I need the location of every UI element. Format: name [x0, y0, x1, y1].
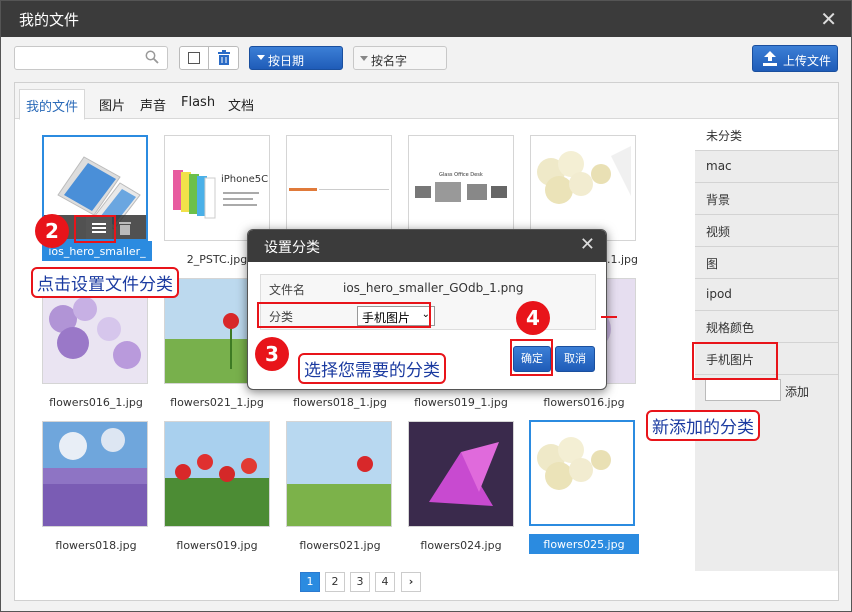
upload-icon: [763, 51, 777, 66]
file-thumb[interactable]: [286, 421, 392, 527]
category-item[interactable]: 规格颜色: [695, 311, 838, 343]
search-icon: [145, 50, 159, 64]
thumb-image: [43, 422, 147, 526]
sort-by-name-button[interactable]: 按名字: [353, 46, 447, 70]
checkbox-icon: [188, 52, 200, 64]
toolbar: 按日期 按名字 上传文件: [1, 37, 851, 81]
add-category-input[interactable]: [705, 379, 781, 401]
window-title: 我的文件: [19, 11, 80, 29]
chevron-down-icon: [257, 55, 265, 60]
file-name-label: flowers024.jpg: [420, 539, 502, 552]
thumb-image: [531, 136, 635, 240]
sort-by-date-button[interactable]: 按日期: [249, 46, 343, 70]
file-name-label: flowers019_1.jpg: [414, 396, 508, 409]
filename-label: 文件名: [269, 283, 306, 297]
upload-label: 上传文件: [783, 54, 832, 68]
file-name-label: flowers016_1.jpg: [49, 396, 143, 409]
window-titlebar: 我的文件 ✕: [1, 1, 851, 37]
category-item[interactable]: 图: [695, 247, 838, 279]
sort-by-name-label: 按名字: [371, 54, 408, 68]
file-thumb[interactable]: [529, 420, 635, 526]
file-thumb[interactable]: [286, 135, 392, 241]
file-thumb[interactable]: [164, 421, 270, 527]
upload-button[interactable]: 上传文件: [752, 45, 838, 72]
thumb-image: [287, 422, 391, 526]
file-thumb[interactable]: Glass Office Desk: [408, 135, 514, 241]
file-name-label: flowers019.jpg: [176, 539, 258, 552]
add-category-button[interactable]: 添加: [785, 383, 809, 400]
dialog-titlebar: 设置分类 ✕: [248, 230, 606, 262]
next-page-button[interactable]: ›: [401, 572, 421, 592]
file-name-label: flowers016.jpg: [543, 396, 625, 409]
file-thumb[interactable]: [42, 421, 148, 527]
thumb-text: iPhone5C: [221, 174, 269, 185]
cancel-button[interactable]: 取消: [555, 346, 595, 372]
annotation-number: 2: [35, 214, 69, 248]
file-name-label: flowers025.jpg: [529, 534, 639, 554]
annotation-box: [74, 215, 116, 243]
search-input[interactable]: [14, 46, 168, 70]
sort-by-date-label: 按日期: [268, 54, 305, 68]
thumb-image: [409, 136, 513, 240]
category-item[interactable]: mac: [695, 151, 838, 183]
page-button[interactable]: 4: [375, 572, 395, 592]
thumb-image: [287, 136, 391, 240]
annotation-callout: 点击设置文件分类: [31, 267, 179, 298]
annotation-box: [257, 302, 431, 328]
annotation-callout: 选择您需要的分类: [298, 353, 446, 384]
tab-images[interactable]: 图片: [99, 95, 125, 114]
tab-audio[interactable]: 声音: [140, 95, 166, 114]
category-item[interactable]: ipod: [695, 279, 838, 311]
file-manager-window: 我的文件 ✕ 按日期 按名字 上传文件 我的文件 图片 声音 Flash 文档: [0, 0, 852, 612]
close-icon[interactable]: ✕: [580, 234, 595, 255]
annotation-line: [601, 316, 617, 318]
tab-bar: 我的文件 图片 声音 Flash 文档: [15, 83, 838, 120]
thumb-image: [165, 136, 269, 240]
file-name-label: flowers021.jpg: [299, 539, 381, 552]
delete-button[interactable]: [208, 46, 239, 70]
file-thumb[interactable]: [408, 421, 514, 527]
select-all-checkbox[interactable]: [179, 46, 209, 70]
tab-flash[interactable]: Flash: [181, 95, 215, 110]
file-name-label: flowers021_1.jpg: [170, 396, 264, 409]
thumb-image: [531, 422, 633, 524]
category-item[interactable]: 背景: [695, 183, 838, 215]
trash-icon[interactable]: [118, 220, 132, 236]
category-item[interactable]: 未分类: [695, 119, 838, 151]
annotation-number: 3: [255, 337, 289, 371]
tab-my-files[interactable]: 我的文件: [19, 89, 86, 120]
annotation-box: [510, 339, 553, 376]
file-name-label: flowers018.jpg: [55, 539, 137, 552]
page-button[interactable]: 1: [300, 572, 320, 592]
page-button[interactable]: 2: [325, 572, 345, 592]
thumb-text: Glass Office Desk: [439, 172, 483, 178]
dialog-title: 设置分类: [264, 240, 320, 256]
chevron-down-icon: [360, 56, 368, 61]
thumb-image: [409, 422, 513, 526]
close-icon[interactable]: ✕: [820, 7, 837, 31]
annotation-number: 4: [516, 301, 550, 335]
annotation-box: [692, 342, 778, 380]
thumb-image: [165, 422, 269, 526]
file-thumb[interactable]: [530, 135, 636, 241]
annotation-callout: 新添加的分类: [646, 410, 760, 441]
tab-documents[interactable]: 文档: [228, 95, 254, 114]
category-item[interactable]: 视频: [695, 215, 838, 247]
file-name-label: flowers018_1.jpg: [293, 396, 387, 409]
filename-value: ios_hero_smaller_GOdb_1.png: [343, 281, 524, 295]
page-button[interactable]: 3: [350, 572, 370, 592]
trash-icon: [218, 50, 230, 65]
file-thumb[interactable]: iPhone5C: [164, 135, 270, 241]
